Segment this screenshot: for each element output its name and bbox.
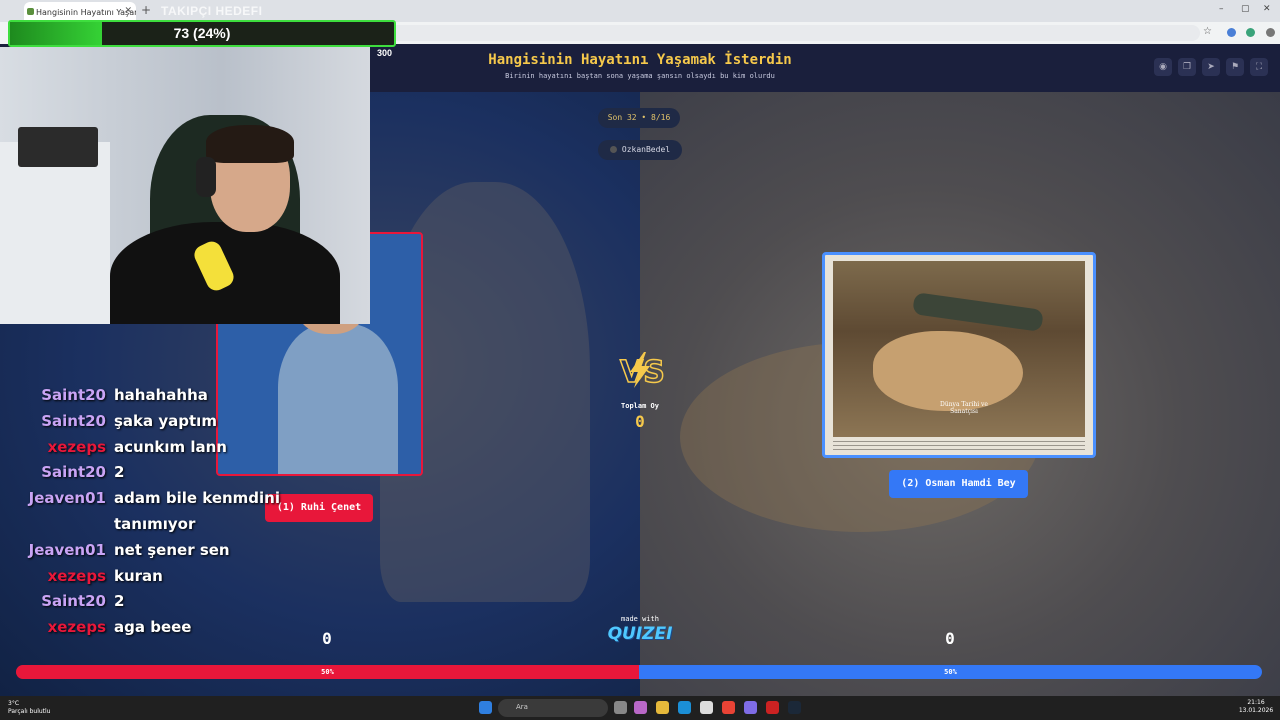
chat-text: net şener sen	[114, 540, 230, 559]
round-badge: Son 32 • 8/16	[598, 108, 680, 128]
windows-start-icon[interactable]	[479, 701, 492, 714]
option2-photo-caption: Dünya Tarihi ve Sanatçısı	[940, 401, 988, 415]
chat-message: xezeps acunkım lann	[0, 434, 300, 460]
maximize-button[interactable]: ▢	[1241, 4, 1250, 14]
percent-right: 50%	[944, 668, 957, 676]
follower-goal-count: 73 (24%)	[173, 25, 231, 41]
chat-text: acunkım lann	[114, 437, 227, 456]
total-votes-label: Toplam Oy	[621, 402, 659, 410]
chat-message: xezeps aga beee	[0, 614, 300, 640]
chat-text: adam bile kenmdini	[114, 489, 281, 508]
webcam-streamer-hair	[206, 125, 294, 163]
score-left: 0	[322, 629, 332, 648]
percent-left: 50%	[321, 668, 334, 676]
system-clock[interactable]: 21:16 13.01.2026	[1236, 699, 1276, 715]
webcam-printer	[18, 127, 98, 167]
chat-message: Saint20 2	[0, 459, 300, 485]
taskbar-search[interactable]: Ara	[498, 699, 608, 717]
chat-text: hahahahha	[114, 386, 208, 404]
copilot-icon[interactable]	[634, 701, 647, 714]
soldier-figure	[912, 292, 1044, 332]
chat-message: Jeaven01 net şener sen	[0, 537, 300, 563]
quizei-logo[interactable]: QUIZEI	[600, 624, 680, 644]
score-right: 0	[945, 629, 955, 648]
obs-icon[interactable]	[766, 701, 779, 714]
chat-message: Saint20 hahahahha	[0, 382, 300, 408]
chat-message: tanımıyor	[0, 511, 300, 537]
address-bar[interactable]	[380, 25, 1200, 41]
bookmark-star-icon[interactable]: ☆	[1203, 26, 1212, 37]
weather-description: Parçalı bulutlu	[8, 708, 51, 715]
steam-icon[interactable]	[788, 701, 801, 714]
screen: Hangisinin Hayatını Yaşamak İs ✕ + – ▢ ✕…	[0, 0, 1280, 720]
notepad-icon[interactable]	[700, 701, 713, 714]
chat-text: kuran	[114, 566, 163, 585]
extension-icon[interactable]	[1227, 28, 1236, 37]
chat-text: 2	[114, 592, 125, 611]
chat-username[interactable]: Saint20	[41, 459, 106, 485]
chat-message: xezeps kuran	[0, 563, 300, 589]
window-close-button[interactable]: ✕	[1263, 4, 1271, 14]
profile-avatar-icon[interactable]	[1246, 28, 1255, 37]
chat-username[interactable]: xezeps	[48, 563, 106, 589]
chat-message: Saint20 şaka yaptım	[0, 408, 300, 434]
chat-username[interactable]: Jeaven01	[29, 537, 106, 563]
webcam-shelf	[0, 142, 110, 324]
chat-username[interactable]: Saint20	[41, 588, 106, 614]
statue-head	[873, 331, 1023, 411]
copy-icon[interactable]: ❐	[1178, 58, 1196, 76]
quiz-title: Hangisinin Hayatını Yaşamak İsterdin	[488, 52, 792, 68]
creator-avatar	[609, 146, 617, 153]
send-icon[interactable]: ➤	[1202, 58, 1220, 76]
made-with-label: made with	[621, 615, 659, 623]
creator-badge[interactable]: OzkanBedel	[598, 140, 682, 160]
follower-goal-title: TAKIPÇI HEDEFI	[161, 4, 263, 18]
site-favicon-icon	[27, 8, 34, 15]
headphones-icon	[196, 157, 216, 197]
vs-badge: VS	[619, 352, 664, 390]
chat-username[interactable]: Saint20	[41, 382, 106, 408]
flag-icon[interactable]: ⚑	[1226, 58, 1244, 76]
tab-close-icon[interactable]: ✕	[124, 6, 132, 16]
new-tab-button[interactable]: +	[141, 3, 151, 17]
streamer-webcam	[0, 47, 370, 324]
chat-text: şaka yaptım	[114, 411, 217, 430]
option2-button[interactable]: (2) Osman Hamdi Bey	[889, 470, 1028, 498]
clock-time: 21:16	[1247, 699, 1265, 706]
quiz-subtitle: Birinin hayatını baştan sona yaşama şans…	[505, 72, 775, 80]
weather-temperature: 3°C	[8, 700, 20, 707]
chat-username[interactable]: xezeps	[48, 434, 106, 460]
option2-photo-text	[833, 441, 1085, 453]
task-view-icon[interactable]	[614, 701, 627, 714]
search-label: Ara	[516, 703, 528, 711]
weather-widget[interactable]: 3°C Parçalı bulutlu	[8, 700, 50, 716]
chat-message: Jeaven01 adam bile kenmdini	[0, 485, 300, 511]
follower-goal-target: 300	[377, 48, 393, 58]
minimize-button[interactable]: –	[1219, 4, 1224, 14]
chat-username[interactable]: Saint20	[41, 408, 106, 434]
chat-text: tanımıyor	[114, 515, 196, 533]
vote-share-bar: 50% 50%	[16, 665, 1262, 679]
file-explorer-icon[interactable]	[656, 701, 669, 714]
browser-menu-icon[interactable]	[1266, 28, 1275, 37]
follower-goal-bar: 73 (24%)	[8, 20, 396, 47]
tab-title: Hangisinin Hayatını Yaşamak İs	[36, 8, 136, 17]
chat-text: aga beee	[114, 618, 192, 637]
eye-icon[interactable]: ◉	[1154, 58, 1172, 76]
creator-name: OzkanBedel	[621, 145, 671, 154]
chat-username[interactable]: Jeaven01	[29, 485, 106, 511]
option2-photo: Dünya Tarihi ve Sanatçısı	[833, 261, 1085, 437]
discord-icon[interactable]	[744, 701, 757, 714]
chat-message: Saint20 2	[0, 588, 300, 614]
fullscreen-icon[interactable]: ⛶	[1250, 58, 1268, 76]
edge-icon[interactable]	[678, 701, 691, 714]
taskbar: 3°C Parçalı bulutlu Ara 21:16 13.01.2026	[0, 696, 1280, 720]
clock-date: 13.01.2026	[1238, 707, 1274, 714]
browser-tab[interactable]: Hangisinin Hayatını Yaşamak İs ✕	[24, 2, 136, 22]
chrome-icon[interactable]	[722, 701, 735, 714]
chat-text: 2	[114, 463, 125, 482]
option2-image[interactable]: Dünya Tarihi ve Sanatçısı	[822, 252, 1096, 458]
chat-username[interactable]: xezeps	[48, 614, 106, 640]
total-votes-value: 0	[635, 412, 645, 431]
